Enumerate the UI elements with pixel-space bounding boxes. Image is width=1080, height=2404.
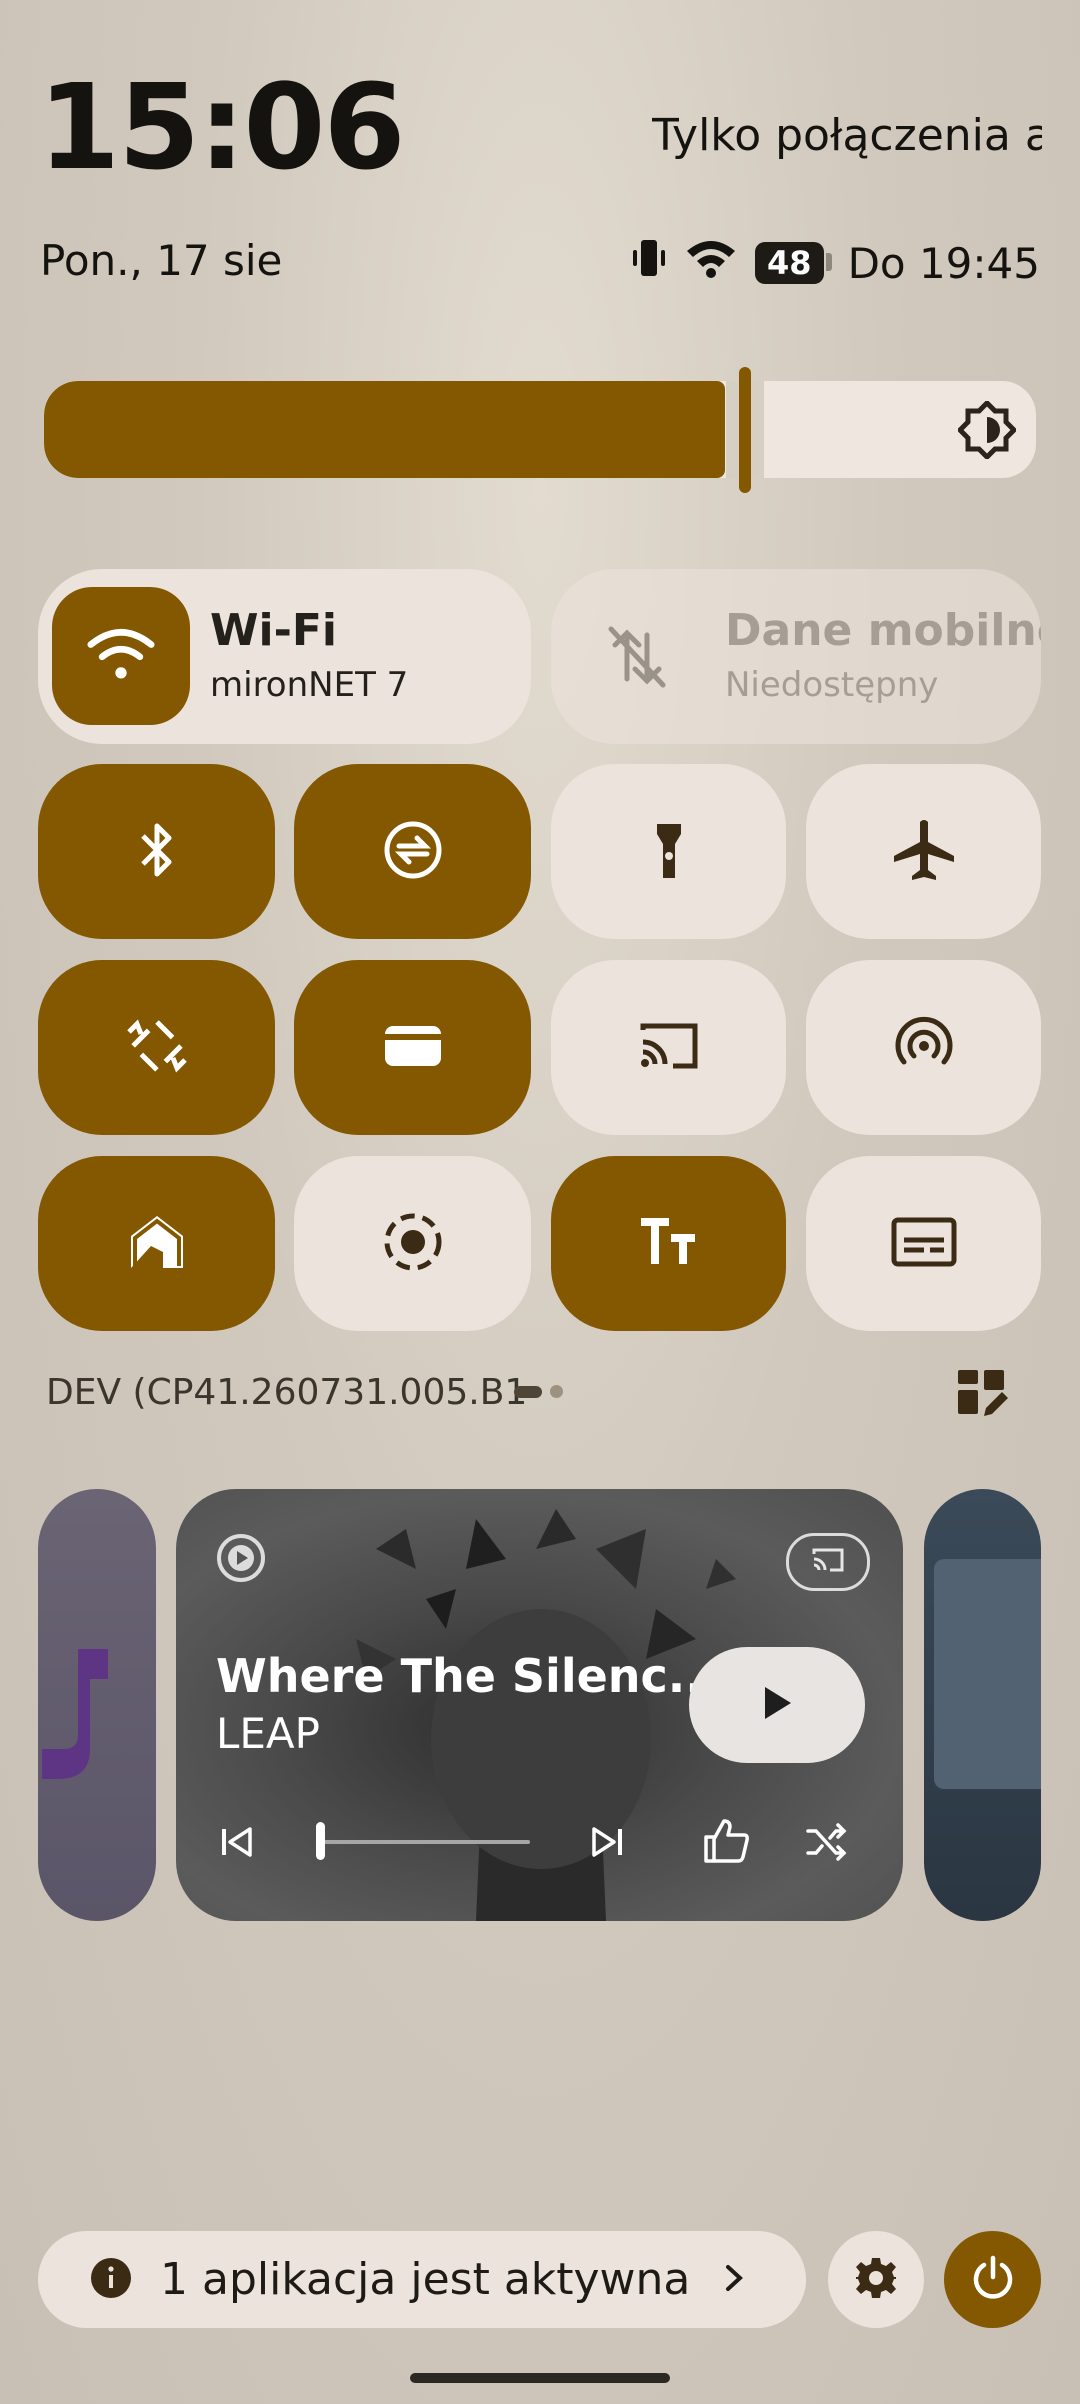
media-card-next[interactable] bbox=[924, 1489, 1041, 1921]
wifi-tile-icon-box bbox=[52, 587, 190, 725]
auto-rotate-icon bbox=[123, 1012, 191, 1084]
bluetooth-icon bbox=[123, 816, 191, 888]
cast-small-icon bbox=[810, 1546, 846, 1578]
caption-icon bbox=[890, 1208, 958, 1280]
wifi-icon bbox=[87, 620, 155, 692]
progress-thumb[interactable] bbox=[316, 1822, 325, 1860]
edit-tiles-icon[interactable] bbox=[956, 1368, 1012, 1424]
auto-rotate-tile[interactable] bbox=[38, 960, 275, 1135]
date[interactable]: Pon., 17 sie bbox=[40, 236, 282, 285]
font-size-tile[interactable] bbox=[551, 1156, 786, 1331]
wifi-signal-icon bbox=[685, 237, 737, 289]
music-note-icon bbox=[38, 1639, 114, 1793]
cast-icon bbox=[635, 1012, 703, 1084]
status-icons: 48 Do 19:45 bbox=[631, 236, 1040, 290]
active-apps-button[interactable]: 1 aplikacja jest aktywna bbox=[38, 2231, 806, 2328]
flashlight-icon bbox=[635, 816, 703, 888]
screen-record-icon bbox=[379, 1208, 447, 1280]
app-source-icon bbox=[216, 1533, 266, 1587]
settings-button[interactable] bbox=[828, 2231, 924, 2328]
brightness-slider[interactable] bbox=[44, 381, 1036, 478]
brightness-auto-icon bbox=[956, 399, 1018, 463]
page-indicator bbox=[514, 1385, 563, 1398]
airplane-mode-tile[interactable] bbox=[806, 764, 1041, 939]
wallet-icon bbox=[379, 1012, 447, 1084]
mobile-data-title: Dane mobilne bbox=[725, 605, 1041, 656]
sync-icon bbox=[379, 816, 447, 888]
media-card-previous[interactable] bbox=[38, 1489, 156, 1921]
wifi-tile-network: mironNET 7 bbox=[210, 665, 409, 705]
flashlight-tile[interactable] bbox=[551, 764, 786, 939]
clock[interactable]: 15:06 bbox=[38, 68, 406, 186]
mobile-data-tile[interactable]: Dane mobilne Niedostępny bbox=[551, 569, 1041, 744]
brightness-fill bbox=[44, 381, 725, 478]
hotspot-tile[interactable] bbox=[806, 960, 1041, 1135]
battery-indicator: 48 bbox=[755, 242, 832, 284]
bluetooth-tile[interactable] bbox=[38, 764, 275, 939]
home-icon bbox=[123, 1208, 191, 1280]
alarm-text[interactable]: Do 19:45 bbox=[848, 239, 1040, 288]
media-player-card[interactable]: Where The Silenc... LEAP bbox=[176, 1489, 903, 1921]
thumbs-up-icon[interactable] bbox=[702, 1817, 750, 1869]
gesture-navigation-bar[interactable] bbox=[410, 2373, 670, 2383]
shuffle-icon[interactable] bbox=[806, 1823, 848, 1865]
wallet-tile[interactable] bbox=[294, 960, 531, 1135]
wifi-tile[interactable]: Wi-Fi mironNET 7 bbox=[38, 569, 531, 744]
progress-track[interactable] bbox=[320, 1840, 530, 1844]
next-track-icon[interactable] bbox=[590, 1825, 626, 1863]
sync-tile[interactable] bbox=[294, 764, 531, 939]
power-button[interactable] bbox=[944, 2231, 1041, 2328]
font-size-icon bbox=[635, 1208, 703, 1280]
airplane-icon bbox=[890, 816, 958, 888]
vibrate-icon bbox=[631, 236, 667, 290]
track-title: Where The Silenc... bbox=[216, 1649, 721, 1703]
screen-cast-tile[interactable] bbox=[551, 960, 786, 1135]
page-dot-active bbox=[514, 1385, 542, 1398]
brightness-handle[interactable] bbox=[739, 367, 751, 493]
power-icon bbox=[970, 2255, 1016, 2305]
live-caption-tile[interactable] bbox=[806, 1156, 1041, 1331]
gear-icon bbox=[854, 2256, 898, 2304]
wifi-tile-title: Wi-Fi bbox=[210, 605, 338, 656]
call-status-text: Tylko połączenia a bbox=[652, 110, 1042, 161]
play-icon bbox=[759, 1683, 795, 1727]
info-icon bbox=[90, 2257, 132, 2303]
chevron-right-icon bbox=[724, 2263, 744, 2297]
hotspot-icon bbox=[890, 1012, 958, 1084]
build-number[interactable]: DEV (CP41.260731.005.B1 bbox=[46, 1372, 527, 1413]
media-card-next-art bbox=[934, 1559, 1041, 1789]
screen-record-tile[interactable] bbox=[294, 1156, 531, 1331]
mobile-data-status: Niedostępny bbox=[725, 665, 939, 705]
active-apps-text: 1 aplikacja jest aktywna bbox=[160, 2254, 691, 2305]
previous-track-icon[interactable] bbox=[218, 1825, 254, 1863]
home-tile[interactable] bbox=[38, 1156, 275, 1331]
page-dot bbox=[550, 1385, 563, 1398]
track-artist: LEAP bbox=[216, 1709, 320, 1758]
play-button[interactable] bbox=[689, 1647, 865, 1763]
output-switcher-button[interactable] bbox=[786, 1533, 870, 1591]
mobile-data-off-icon bbox=[603, 623, 671, 695]
